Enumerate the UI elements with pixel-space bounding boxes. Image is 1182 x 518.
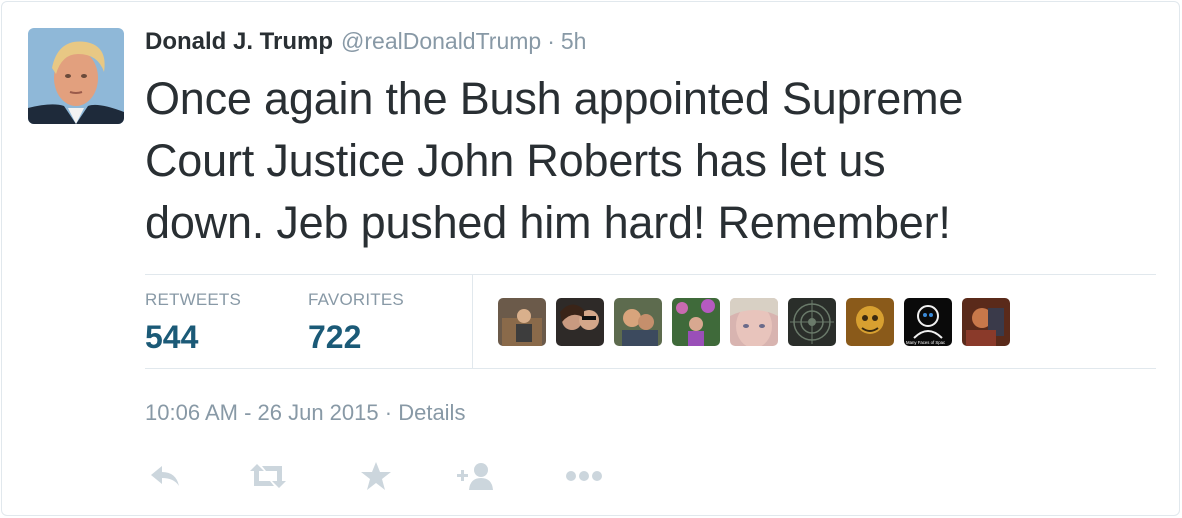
stats-bottom-divider bbox=[145, 368, 1156, 369]
favoriter-avatar[interactable] bbox=[962, 298, 1010, 346]
favorite-button[interactable] bbox=[356, 458, 396, 494]
author-avatar-image bbox=[28, 28, 124, 124]
author-avatar[interactable] bbox=[28, 28, 124, 124]
reply-icon bbox=[151, 466, 179, 486]
details-link[interactable]: Details bbox=[398, 400, 465, 425]
tweet-timestamp[interactable]: 10:06 AM - 26 Jun 2015 bbox=[145, 400, 379, 425]
favoriter-avatar-text: Many Faces of Spac bbox=[906, 340, 946, 345]
favoriter-avatar[interactable] bbox=[614, 298, 662, 346]
stats-top-divider bbox=[145, 274, 1156, 275]
tweet-text: Once again the Bush appointed Supreme Co… bbox=[145, 68, 1155, 254]
favoriter-avatar[interactable]: Many Faces of Spac bbox=[904, 298, 952, 346]
favoriter-avatar[interactable] bbox=[672, 298, 720, 346]
retweets-stat[interactable]: RETWEETS 544 bbox=[145, 290, 241, 356]
star-icon bbox=[361, 462, 391, 490]
reply-button[interactable] bbox=[145, 458, 185, 494]
tweet-card: Donald J. Trump @realDonaldTrump · 5h On… bbox=[1, 1, 1180, 516]
author-name[interactable]: Donald J. Trump bbox=[145, 28, 333, 56]
retweet-button[interactable] bbox=[248, 458, 288, 494]
favoriter-avatar[interactable] bbox=[498, 298, 546, 346]
favorites-count: 722 bbox=[308, 319, 362, 355]
author-handle[interactable]: @realDonaldTrump bbox=[341, 28, 541, 55]
tweet-text-line: Once again the Bush appointed Supreme bbox=[145, 73, 964, 124]
favoriter-avatar[interactable] bbox=[556, 298, 604, 346]
favorites-label: FAVORITES bbox=[308, 290, 404, 309]
more-icon bbox=[566, 471, 602, 481]
tweet-header: Donald J. Trump @realDonaldTrump · 5h bbox=[145, 28, 586, 58]
favoriter-avatars: Many Faces of Spac bbox=[498, 298, 1010, 346]
favoriter-avatar[interactable] bbox=[788, 298, 836, 346]
header-separator: · bbox=[547, 28, 555, 54]
retweet-icon bbox=[250, 464, 286, 488]
tweet-text-line: down. Jeb pushed him hard! Remember! bbox=[145, 197, 951, 248]
more-button[interactable] bbox=[564, 458, 604, 494]
favoriter-avatar[interactable] bbox=[846, 298, 894, 346]
tweet-text-line: Court Justice John Roberts has let us bbox=[145, 135, 886, 186]
stats-vertical-divider bbox=[472, 275, 473, 368]
retweets-count: 544 bbox=[145, 319, 199, 355]
relative-time-link[interactable]: 5h bbox=[561, 28, 587, 55]
favorites-stat[interactable]: FAVORITES 722 bbox=[308, 290, 404, 356]
meta-separator: · bbox=[384, 400, 393, 425]
follow-button[interactable] bbox=[456, 458, 496, 494]
follow-icon bbox=[457, 463, 493, 490]
tweet-meta: 10:06 AM - 26 Jun 2015 · Details bbox=[145, 400, 465, 426]
favoriter-avatar[interactable] bbox=[730, 298, 778, 346]
retweets-label: RETWEETS bbox=[145, 290, 242, 309]
